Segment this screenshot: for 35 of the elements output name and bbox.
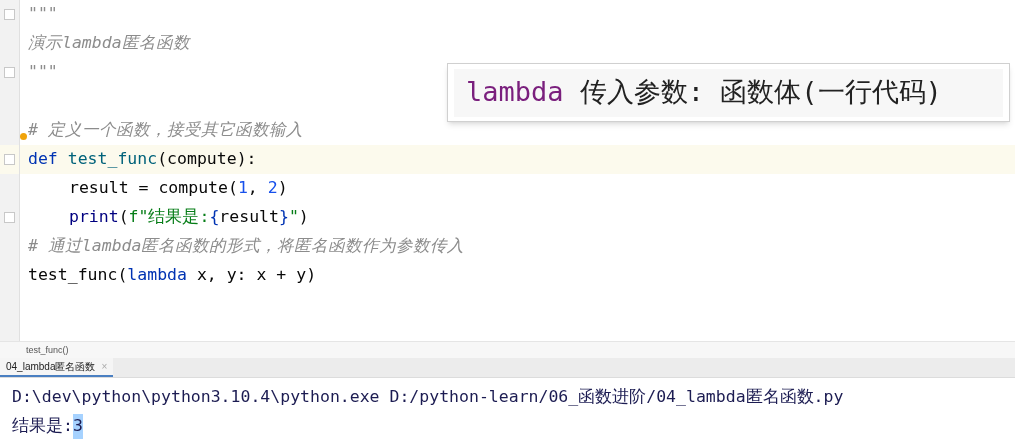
code-token: } (278, 206, 289, 229)
code-token: result (219, 206, 279, 229)
code-token: , (247, 177, 259, 200)
console-output: 3 (72, 414, 83, 439)
tooltip-text: lambda 传入参数: 函数体(一行代码) (454, 68, 1003, 117)
fold-marker-icon[interactable] (4, 9, 15, 20)
code-token: test_func( (28, 264, 128, 287)
code-token: (compute): (157, 148, 257, 171)
code-token: 2 (267, 177, 278, 200)
code-comment: # 通过lambda匿名函数的形式，将匿名函数作为参数传入 (28, 235, 465, 258)
fold-marker-icon[interactable] (4, 212, 15, 223)
bulb-icon[interactable] (20, 133, 27, 140)
code-token: f"结果是: (128, 206, 210, 229)
code-comment: """ (28, 61, 58, 84)
console-output: 结果是: (12, 415, 73, 438)
code-token: ) (277, 177, 288, 200)
run-tab[interactable]: 04_lambda匿名函数 × (0, 358, 114, 377)
code-comment: 演示lambda匿名函数 (28, 32, 190, 55)
code-token: lambda (127, 264, 187, 287)
code-token: 1 (237, 177, 248, 200)
console-output: D:\dev\python\python3.10.4\python.exe D:/python-learn/06_函数进阶/04_lambda匿名函数.py (12, 386, 844, 409)
fold-marker-icon[interactable] (4, 67, 15, 78)
code-token: ( (118, 206, 129, 229)
fold-marker-icon[interactable] (4, 154, 15, 165)
code-token: print (69, 206, 119, 229)
code-comment: # 定义一个函数，接受其它函数输入 (28, 119, 303, 142)
code-token: test_func (66, 148, 158, 171)
code-token: ) (298, 206, 309, 229)
code-token: { (209, 206, 220, 229)
code-token: " (288, 206, 299, 229)
code-comment: """ (28, 3, 58, 26)
code-token: def (28, 148, 58, 171)
code-token: x, y: x + y) (195, 264, 317, 287)
code-token: result = compute( (69, 177, 238, 200)
breadcrumb[interactable]: test_func() (26, 343, 69, 358)
